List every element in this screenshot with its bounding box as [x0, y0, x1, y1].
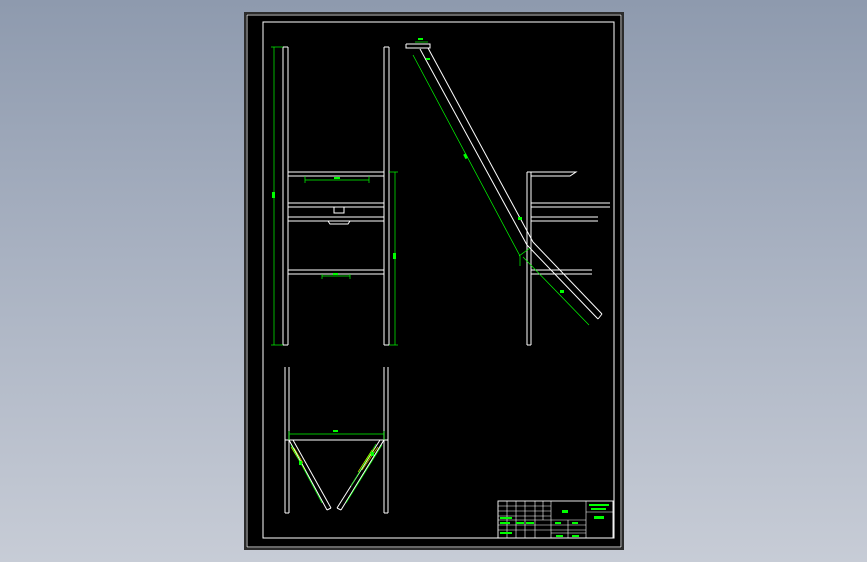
cad-viewport[interactable]: [0, 0, 867, 562]
drawing-sheet: [244, 12, 624, 550]
